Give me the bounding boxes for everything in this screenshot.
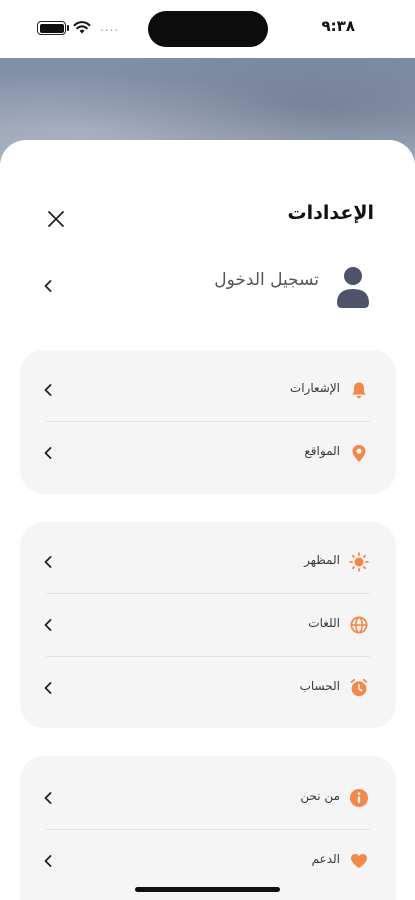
settings-group-notifications: الإشعارات المواقع xyxy=(20,350,396,494)
login-label: تسجيل الدخول xyxy=(214,270,319,290)
settings-group-preferences: المظهر اللغات الحساب xyxy=(20,522,396,728)
chevron-left-icon xyxy=(42,682,54,694)
info-icon xyxy=(349,788,369,808)
home-indicator[interactable] xyxy=(135,887,280,892)
chevron-left-icon xyxy=(42,792,54,804)
chevron-left-icon xyxy=(42,447,54,459)
settings-item-label: الدعم xyxy=(311,852,340,866)
user-icon xyxy=(337,267,369,308)
settings-sheet: الإعدادات تسجيل الدخول الإشعارات المواقع… xyxy=(0,140,415,900)
status-bar: .... ٩:٣٨ xyxy=(0,0,415,58)
chevron-left-icon xyxy=(42,384,54,396)
battery-icon xyxy=(37,21,69,35)
page-title: الإعدادات xyxy=(287,202,374,224)
settings-item-about-us[interactable]: من نحن xyxy=(20,767,396,829)
settings-item-support[interactable]: الدعم xyxy=(20,830,396,892)
dynamic-island xyxy=(148,11,268,47)
sun-icon xyxy=(349,552,369,572)
settings-item-label: المواقع xyxy=(304,444,340,458)
settings-item-languages[interactable]: اللغات xyxy=(20,594,396,656)
chevron-left-icon xyxy=(42,619,54,631)
globe-icon xyxy=(349,615,369,635)
chevron-left-icon xyxy=(42,556,54,568)
settings-item-label: الإشعارات xyxy=(289,381,340,395)
chevron-left-icon xyxy=(42,280,54,292)
settings-item-appearance[interactable]: المظهر xyxy=(20,531,396,593)
location-pin-icon xyxy=(349,443,369,463)
close-button[interactable] xyxy=(44,207,68,231)
heart-icon xyxy=(349,851,369,871)
bell-icon xyxy=(349,380,369,400)
settings-item-label: من نحن xyxy=(300,789,340,803)
settings-item-label: الحساب xyxy=(299,679,340,693)
close-icon xyxy=(48,211,64,227)
settings-item-label: اللغات xyxy=(308,616,340,630)
login-row[interactable]: تسجيل الدخول xyxy=(20,258,395,314)
settings-item-label: المظهر xyxy=(304,553,340,567)
settings-item-locations[interactable]: المواقع xyxy=(20,422,396,484)
account-clock-icon xyxy=(349,678,369,698)
settings-group-about: من نحن الدعم xyxy=(20,756,396,900)
carrier-indicator: .... xyxy=(100,20,120,34)
status-time: ٩:٣٨ xyxy=(321,17,355,35)
wifi-icon xyxy=(73,21,91,34)
settings-item-notifications[interactable]: الإشعارات xyxy=(20,359,396,421)
settings-item-account[interactable]: الحساب xyxy=(20,657,396,719)
chevron-left-icon xyxy=(42,855,54,867)
